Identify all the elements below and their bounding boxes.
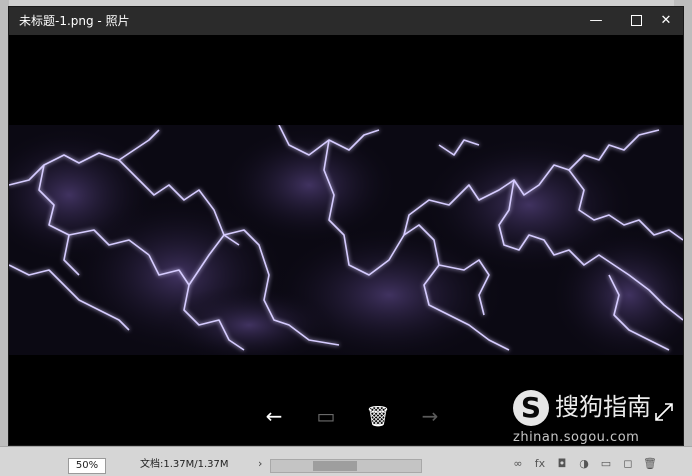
fx-icon[interactable]: fx <box>532 456 548 472</box>
previous-button[interactable]: ← <box>259 403 289 429</box>
status-menu-arrow-icon[interactable]: › <box>258 457 262 470</box>
maximize-icon <box>630 15 642 26</box>
minimize-button[interactable]: — <box>577 7 615 35</box>
delete-layer-icon[interactable]: 🗑 <box>642 456 658 472</box>
photoshop-canvas-left <box>0 0 9 475</box>
sogou-logo-icon: S <box>513 390 549 426</box>
next-button[interactable]: → <box>415 403 445 429</box>
close-button[interactable]: ✕ <box>647 7 685 35</box>
photos-app-window: 未标题-1.png - 照片 — ✕ ← ▭ 🗑 → <box>9 7 683 445</box>
horizontal-scrollbar[interactable] <box>270 459 422 473</box>
slideshow-button[interactable]: ▭ <box>311 403 341 429</box>
new-layer-icon[interactable]: ◻ <box>620 456 636 472</box>
watermark-brand: 搜狗指南 <box>555 393 651 421</box>
link-layers-icon[interactable]: ∞ <box>510 456 526 472</box>
scrollbar-thumb[interactable] <box>313 461 357 471</box>
lightning-image <box>9 125 683 355</box>
zoom-level-field[interactable]: 50% <box>68 458 106 474</box>
group-folder-icon[interactable]: ▭ <box>598 456 614 472</box>
watermark-url: zhinan.sogou.com <box>513 430 640 445</box>
window-title: 未标题-1.png - 照片 <box>19 14 130 28</box>
adjustment-layer-icon[interactable]: ◑ <box>576 456 592 472</box>
layer-mask-icon[interactable]: ◘ <box>554 456 570 472</box>
photo-viewer: ← ▭ 🗑 → <box>9 35 683 445</box>
lightning-photo <box>9 125 683 355</box>
document-size-info: 文档:1.37M/1.37M <box>140 459 229 470</box>
sogou-watermark: S 搜狗指南 zhinan.sogou.com <box>513 388 673 458</box>
delete-button[interactable]: 🗑 <box>363 403 393 429</box>
window-titlebar[interactable]: 未标题-1.png - 照片 — ✕ <box>9 7 683 35</box>
